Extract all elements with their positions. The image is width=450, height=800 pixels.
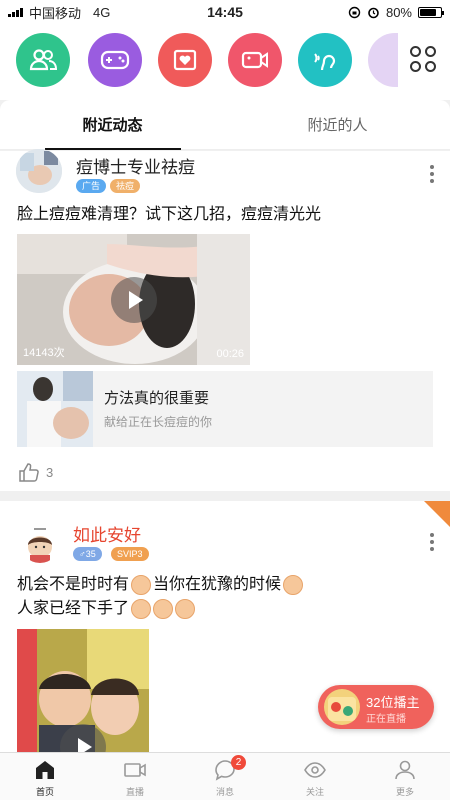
unread-badge: 2 [231, 755, 246, 770]
emoji-icon [153, 599, 174, 619]
post-text: 脸上痘痘难清理？试下这几招，痘痘清光光 [17, 206, 322, 223]
carrier-name: 中国移动 [29, 5, 82, 21]
live-thumbnail-icon [324, 689, 360, 725]
voice-icon[interactable] [298, 33, 352, 87]
eye-icon [304, 762, 326, 778]
emoji-icon [283, 575, 304, 595]
feed-card-ad: 痘博士专业祛痘 广告 祛痘 脸上痘痘难清理？试下这几招，痘痘清光光 14143次… [0, 149, 450, 491]
play-icon[interactable] [111, 277, 157, 323]
battery-percent: 80% [385, 4, 412, 20]
feed-tabs: 附近动态 附近的人 [0, 100, 450, 150]
like-count: 3 [46, 464, 54, 480]
nav-label: 关注 [305, 787, 324, 797]
nav-label: 直播 [125, 787, 144, 797]
network-type: 4G [93, 4, 111, 20]
partial-category-icon[interactable] [368, 33, 398, 87]
link-card-thumbnail [17, 371, 93, 447]
bottom-nav: 首页 直播 2 消息 关注 更多 [0, 752, 450, 800]
nav-label: 更多 [395, 787, 414, 797]
view-count: 14143次 [23, 347, 65, 359]
post-text-line: 当你在犹豫的时候 [153, 576, 282, 593]
vip-tag: SVIP3 [111, 547, 149, 561]
username[interactable]: 如此安好 [73, 521, 141, 546]
rotation-lock-icon [348, 6, 361, 18]
nav-home[interactable]: 首页 [0, 753, 90, 800]
like-button[interactable]: 3 [18, 461, 53, 483]
all-categories-icon[interactable] [410, 46, 436, 72]
live-count-text: 32位播主 [366, 695, 420, 710]
alarm-icon [368, 7, 379, 18]
link-card-title: 方法真的很重要 [104, 390, 210, 407]
video-thumbnail[interactable] [17, 629, 149, 757]
person-icon [395, 760, 415, 780]
link-card-subtitle: 献给正在长痘痘的你 [104, 415, 213, 429]
live-streamers-button[interactable]: 32位播主 正在直播 [318, 685, 434, 729]
friends-icon[interactable] [16, 33, 70, 87]
home-icon [36, 761, 54, 779]
video-camera-icon[interactable] [228, 33, 282, 87]
username[interactable]: 痘博士专业祛痘 [76, 153, 195, 178]
photo-heart-icon[interactable] [158, 33, 212, 87]
game-controller-icon[interactable] [88, 33, 142, 87]
tab-nearby-people[interactable]: 附近的人 [225, 100, 450, 149]
emoji-icon [175, 599, 196, 619]
status-bar: 中国移动 4G 14:45 80% [0, 0, 450, 24]
category-icon-row [0, 24, 450, 100]
post-text-line: 机会不是时时有 [17, 576, 130, 593]
nav-live[interactable]: 直播 [90, 753, 180, 800]
tab-nearby-moments[interactable]: 附近动态 [0, 100, 225, 150]
live-camera-icon [124, 763, 146, 777]
post-text-line: 人家已经下手了 [17, 600, 130, 617]
ad-tag: 广告 [76, 179, 107, 193]
battery-icon [418, 6, 444, 18]
more-options-icon[interactable] [430, 533, 436, 551]
nav-follow[interactable]: 关注 [270, 753, 360, 800]
nav-label: 消息 [215, 787, 234, 797]
post-text: 机会不是时时有 当你在犹豫的时候 人家已经下手了 [17, 573, 437, 621]
emoji-icon [131, 599, 152, 619]
signal-icon [8, 7, 23, 17]
link-card[interactable]: 方法真的很重要 献给正在长痘痘的你 [17, 371, 433, 447]
nav-messages[interactable]: 2 消息 [180, 753, 270, 800]
thumbs-up-icon [19, 463, 39, 482]
gender-age-tag: ♂35 [73, 547, 102, 561]
top-post-corner-badge [424, 501, 450, 527]
live-status-text: 正在直播 [366, 714, 406, 725]
topic-tag: 祛痘 [110, 179, 141, 193]
video-thumbnail[interactable]: 14143次 00:26 [17, 234, 250, 365]
nav-label: 首页 [35, 787, 54, 797]
more-options-icon[interactable] [430, 165, 436, 183]
emoji-icon [131, 575, 152, 595]
video-duration: 00:26 [216, 348, 244, 360]
avatar[interactable] [20, 523, 60, 563]
avatar[interactable] [16, 149, 62, 193]
nav-more[interactable]: 更多 [360, 753, 450, 800]
